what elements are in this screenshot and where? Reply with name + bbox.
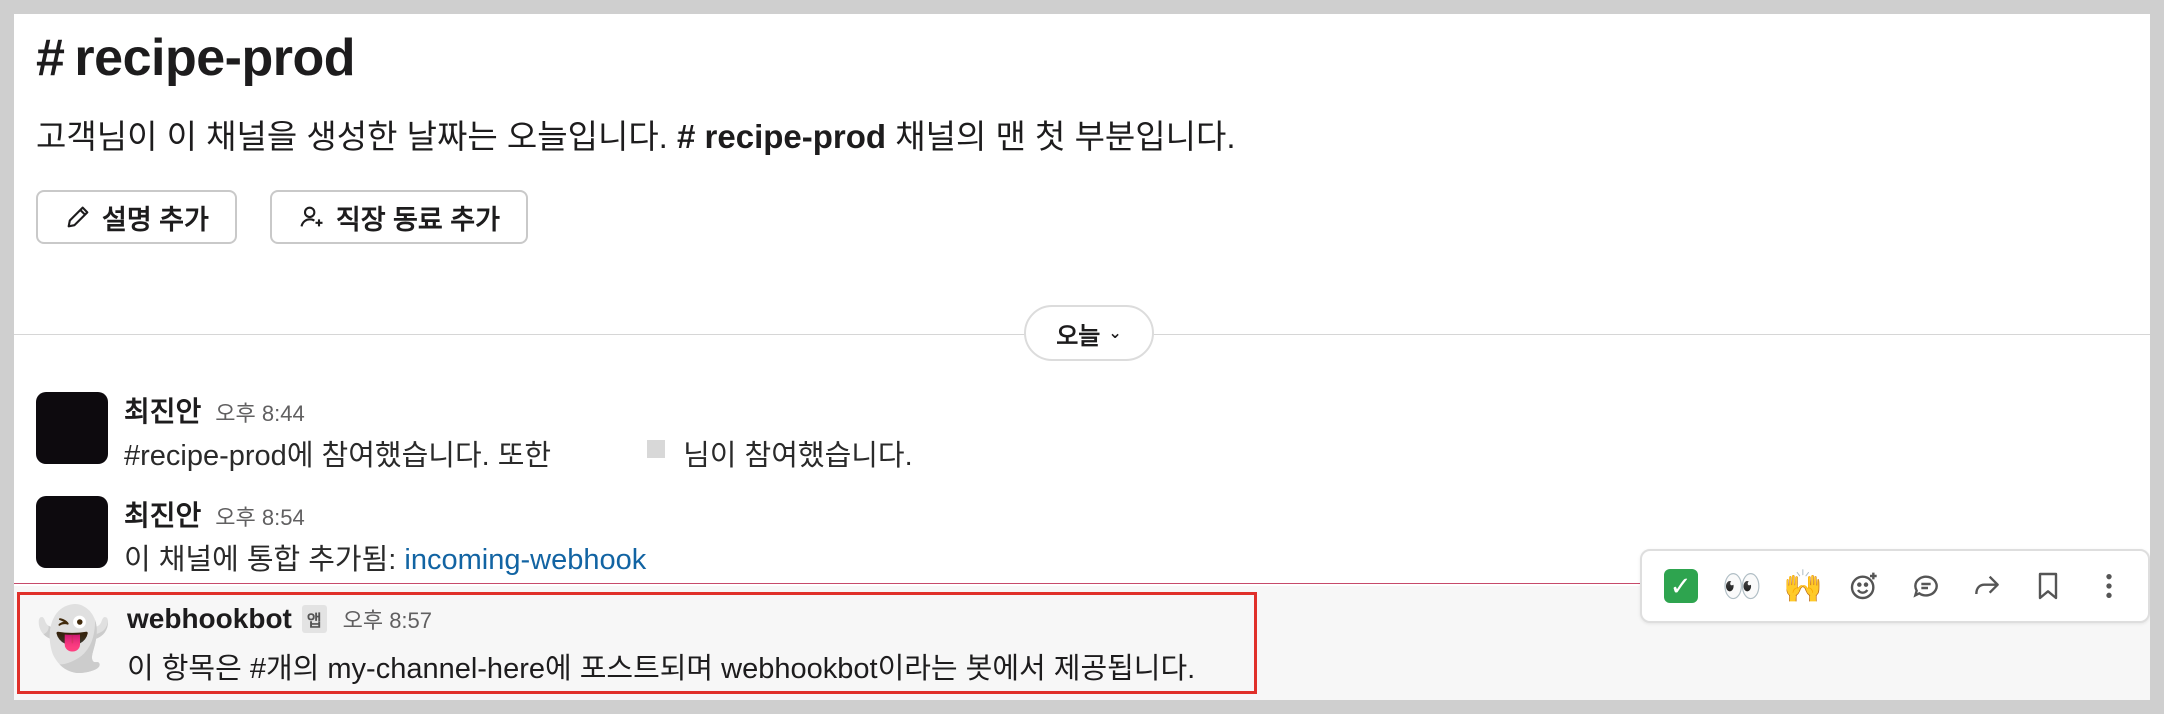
reply-in-thread-icon[interactable] [1901,561,1951,611]
add-description-button[interactable]: 설명 추가 [36,190,237,244]
webhook-message[interactable]: 👻 webhookbot 앱 오후 8:57 이 항목은 #개의 my-chan… [17,592,1257,694]
pencil-icon [67,206,89,228]
message-actions-toolbar: ✓ 👀 🙌 [1640,549,2150,623]
hash-icon: # [36,29,65,87]
channel-header: # recipe-prod [36,28,355,88]
chevron-down-icon: ⌄ [1108,325,1122,342]
ghost-avatar-icon[interactable]: 👻 [36,603,111,675]
channel-intro: 고객님이 이 채널을 생성한 날짜는 오늘입니다. # recipe-prod … [36,110,1236,158]
message-author[interactable]: 최진안 오후 8:44 [124,390,305,430]
author-name[interactable]: webhookbot [127,603,292,635]
channel-view: # recipe-prod 고객님이 이 채널을 생성한 날짜는 오늘입니다. … [14,14,2150,700]
add-coworkers-button[interactable]: 직장 동료 추가 [269,190,528,244]
avatar[interactable] [36,392,108,464]
app-badge: 앱 [301,605,327,633]
message-author[interactable]: 최진안 오후 8:54 [124,494,305,534]
date-label: 오늘 [1056,322,1101,350]
message-author: webhookbot 앱 오후 8:57 [127,603,432,635]
message-text: 이 항목은 #개의 my-channel-here에 포스트되며 webhook… [127,653,1196,685]
integration-link[interactable]: incoming-webhook [404,544,646,576]
message-timestamp[interactable]: 오후 8:44 [215,401,304,426]
date-divider-button[interactable]: 오늘 ⌄ [1024,305,1154,361]
user-avatar-placeholder [647,440,666,459]
channel-name: recipe-prod [74,29,355,87]
white-check-mark-icon[interactable]: ✓ [1656,561,1706,611]
add-description-label: 설명 추가 [102,204,209,235]
raised-hands-icon[interactable]: 🙌 [1778,561,1828,611]
add-coworkers-label: 직장 동료 추가 [335,204,500,235]
intro-channel-link[interactable]: # recipe-prod [677,118,886,155]
message-timestamp[interactable]: 오후 8:54 [215,505,304,530]
channel-actions: 설명 추가 직장 동료 추가 [36,190,528,244]
bookmark-icon[interactable] [2023,561,2073,611]
integration-text: 이 채널에 통합 추가됨: [124,544,397,576]
author-name[interactable]: 최진안 [124,396,201,427]
add-person-icon [300,206,323,227]
join-text-suffix: 님이 참여했습니다. [683,440,913,472]
author-name[interactable]: 최진안 [124,500,201,531]
channel-title[interactable]: # recipe-prod [36,28,355,88]
intro-prefix: 고객님이 이 채널을 생성한 날짜는 오늘입니다. [36,118,668,155]
join-text-prefix: #recipe-prod에 참여했습니다. 또한 [124,440,552,472]
more-actions-icon[interactable] [2084,561,2134,611]
intro-suffix: 채널의 맨 첫 부분입니다. [895,118,1236,155]
message-text: 이 채널에 통합 추가됨: incoming-webhook [124,536,646,578]
eyes-icon[interactable]: 👀 [1717,561,1767,611]
message-text: #recipe-prod에 참여했습니다. 또한 님이 참여했습니다. [124,432,913,474]
new-messages-line [14,583,1644,584]
avatar[interactable] [36,496,108,568]
share-icon[interactable] [1962,561,2012,611]
message-timestamp[interactable]: 오후 8:57 [343,603,432,635]
add-reaction-icon[interactable] [1839,561,1889,611]
